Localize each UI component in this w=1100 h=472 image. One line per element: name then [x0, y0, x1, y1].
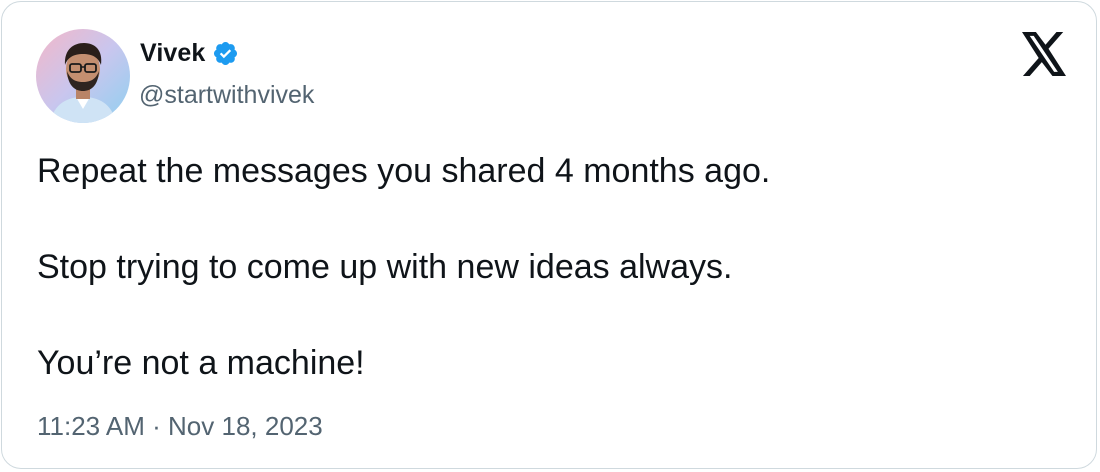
author-handle[interactable]: @startwithvivek — [139, 81, 314, 110]
author-display-name[interactable]: Vivek — [140, 39, 205, 68]
author-name-row: Vivek — [140, 35, 239, 71]
tweet-text: Repeat the messages you shared 4 months … — [37, 151, 1037, 383]
tweet-line: Stop trying to come up with new ideas al… — [37, 248, 733, 286]
verified-badge-icon — [212, 40, 239, 67]
avatar[interactable] — [36, 29, 130, 123]
profile-photo — [36, 29, 130, 123]
tweet-card: Vivek @startwithvivek Repeat the message… — [1, 1, 1097, 469]
tweet-line: Repeat the messages you shared 4 months … — [37, 152, 771, 190]
tweet-line: You’re not a machine! — [37, 344, 365, 382]
x-logo-icon[interactable] — [1020, 32, 1068, 76]
tweet-timestamp[interactable]: 11:23 AM · Nov 18, 2023 — [37, 411, 323, 442]
